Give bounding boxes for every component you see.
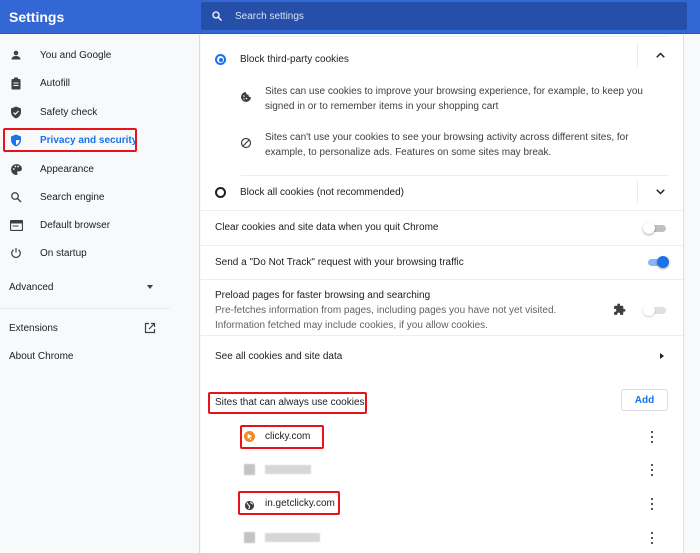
do-not-track-label: Send a "Do Not Track" request with your … xyxy=(215,257,464,268)
extensions-label: Extensions xyxy=(9,323,58,334)
about-label: About Chrome xyxy=(9,351,74,362)
sidebar-item-default-browser[interactable]: Default browser xyxy=(0,212,200,238)
shield-check-icon xyxy=(9,105,23,119)
radio-unselected[interactable] xyxy=(215,187,226,198)
clicky-favicon xyxy=(244,431,255,442)
separator xyxy=(637,181,638,203)
cookie-detail-2: Sites can't use your cookies to see your… xyxy=(265,132,629,158)
browser-icon xyxy=(9,218,23,232)
search-icon xyxy=(9,190,23,204)
divider xyxy=(201,245,683,246)
sidebar-divider xyxy=(0,308,170,309)
sidebar-item-label: Privacy and security xyxy=(40,134,138,146)
sidebar-item-label: Appearance xyxy=(40,163,94,175)
open-in-new-icon xyxy=(144,322,156,337)
blurred-site-name xyxy=(265,465,311,474)
sidebar-item-label: On startup xyxy=(40,247,87,259)
sidebar-item-on-startup[interactable]: On startup xyxy=(0,240,200,266)
more-actions-icon[interactable] xyxy=(648,498,656,510)
sidebar-item-extensions[interactable]: Extensions xyxy=(0,315,200,341)
extension-puzzle-icon[interactable] xyxy=(613,303,626,321)
preload-description: Pre-fetches information from pages, incl… xyxy=(215,305,557,331)
divider xyxy=(241,175,669,176)
app-title: Settings xyxy=(9,9,65,25)
more-actions-icon[interactable] xyxy=(648,532,656,544)
sidebar-advanced[interactable]: Advanced xyxy=(0,274,200,300)
palette-icon xyxy=(9,162,23,176)
sidebar-item-search-engine[interactable]: Search engine xyxy=(0,184,200,210)
advanced-label: Advanced xyxy=(9,282,54,293)
block-third-party-label: Block third-party cookies xyxy=(240,54,349,65)
sidebar-item-label: Autofill xyxy=(40,77,71,89)
chevron-down-icon[interactable] xyxy=(656,187,665,198)
person-icon xyxy=(9,48,23,62)
sidebar-item-label: You and Google xyxy=(40,49,112,61)
sidebar-item-privacy-and-security[interactable]: Privacy and security xyxy=(0,127,200,153)
site-name: in.getclicky.com xyxy=(265,498,335,509)
more-actions-icon[interactable] xyxy=(648,431,656,443)
divider xyxy=(201,279,683,280)
sidebar-item-label: Default browser xyxy=(40,219,111,231)
search-icon xyxy=(212,11,222,21)
block-all-label: Block all cookies (not recommended) xyxy=(240,187,404,198)
clear-on-quit-label: Clear cookies and site data when you qui… xyxy=(215,222,439,233)
always-allow-heading: Sites that can always use cookies xyxy=(215,397,365,408)
divider xyxy=(241,36,669,37)
do-not-track-toggle[interactable] xyxy=(645,256,669,268)
sidebar-item-label: Search engine xyxy=(40,191,105,203)
blurred-favicon xyxy=(244,532,255,543)
radio-selected[interactable] xyxy=(215,54,226,65)
preload-label: Preload pages for faster browsing and se… xyxy=(215,290,431,301)
cookie-detail-1: Sites can use cookies to improve your br… xyxy=(265,86,643,112)
clipboard-icon xyxy=(9,76,23,90)
top-bar: Settings Search settings xyxy=(0,0,700,34)
add-site-button[interactable]: Add xyxy=(621,389,668,411)
sidebar-item-label: Safety check xyxy=(40,106,98,118)
divider xyxy=(201,210,683,211)
see-all-cookies-label: See all cookies and site data xyxy=(215,351,343,362)
sidebar-item-autofill[interactable]: Autofill xyxy=(0,70,200,96)
site-name: clicky.com xyxy=(265,431,311,442)
preload-toggle[interactable] xyxy=(643,304,667,316)
globe-icon xyxy=(244,498,255,516)
sidebar: You and Google Autofill Safety check Pri… xyxy=(0,35,200,553)
sidebar-item-appearance[interactable]: Appearance xyxy=(0,156,200,182)
separator xyxy=(637,43,638,67)
right-gutter xyxy=(683,35,700,553)
power-icon xyxy=(9,246,23,260)
block-icon xyxy=(240,136,252,154)
blurred-site-name xyxy=(265,533,320,542)
caret-right-icon xyxy=(660,353,664,359)
chevron-up-icon[interactable] xyxy=(656,50,665,61)
divider xyxy=(201,335,683,336)
shield-icon xyxy=(9,133,23,147)
clear-on-quit-toggle[interactable] xyxy=(643,222,667,234)
more-actions-icon[interactable] xyxy=(648,464,656,476)
sidebar-item-about-chrome[interactable]: About Chrome xyxy=(0,343,200,369)
search-input[interactable]: Search settings xyxy=(235,11,304,22)
search-bar[interactable]: Search settings xyxy=(201,2,687,30)
blurred-favicon xyxy=(244,464,255,475)
cookies-settings-card: Block third-party cookies Sites can use … xyxy=(201,35,683,553)
caret-down-icon xyxy=(147,285,153,289)
sidebar-item-you-and-google[interactable]: You and Google xyxy=(0,42,200,68)
cookie-icon xyxy=(240,90,252,108)
sidebar-item-safety-check[interactable]: Safety check xyxy=(0,99,200,125)
